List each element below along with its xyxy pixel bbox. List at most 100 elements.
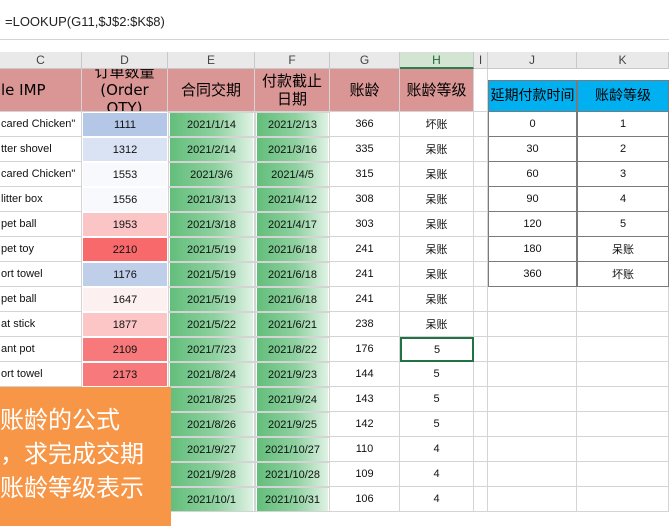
cell-k[interactable]: [577, 312, 669, 337]
cell-age-grade[interactable]: 5: [400, 362, 474, 387]
cell-payment-deadline[interactable]: 2021/6/21: [255, 312, 330, 337]
cell-contract-date[interactable]: 2021/10/1: [168, 487, 255, 512]
cell-payment-deadline[interactable]: 2021/9/23: [255, 362, 330, 387]
lookup-delay-value[interactable]: 60: [488, 162, 577, 187]
lookup-grade-value[interactable]: 1: [577, 112, 669, 137]
cell-order-qty[interactable]: 1877: [82, 312, 168, 337]
cell-contract-date[interactable]: 2021/3/13: [168, 187, 255, 212]
lookup-grade-value[interactable]: 2: [577, 137, 669, 162]
cell-i-header[interactable]: [474, 69, 488, 112]
cell-age-grade[interactable]: 5: [400, 412, 474, 437]
cell-contract-date[interactable]: 2021/8/25: [168, 387, 255, 412]
cell-j[interactable]: [488, 362, 577, 387]
cell-contract-date[interactable]: 2021/2/14: [168, 137, 255, 162]
cell-i[interactable]: [474, 112, 488, 137]
cell-contract-date[interactable]: 2021/7/23: [168, 337, 255, 362]
cell-i[interactable]: [474, 462, 488, 487]
cell-age-days[interactable]: 303: [330, 212, 400, 237]
cell-age-days[interactable]: 241: [330, 287, 400, 312]
column-header-i[interactable]: I: [474, 52, 488, 69]
cell-product[interactable]: pet toy: [0, 237, 82, 262]
cell-i[interactable]: [474, 412, 488, 437]
cell-i[interactable]: [474, 337, 488, 362]
cell-age-days[interactable]: 335: [330, 137, 400, 162]
cell-i[interactable]: [474, 262, 488, 287]
cell-contract-date[interactable]: 2021/5/19: [168, 262, 255, 287]
lookup-delay-value[interactable]: 360: [488, 262, 577, 287]
cell-age-grade[interactable]: 4: [400, 437, 474, 462]
formula-text[interactable]: =LOOKUP(G11,$J$2:$K$8): [5, 14, 165, 29]
cell-order-qty[interactable]: 1553: [82, 162, 168, 187]
cell-contract-date[interactable]: 2021/5/22: [168, 312, 255, 337]
cell-payment-deadline[interactable]: 2021/3/16: [255, 137, 330, 162]
cell-j[interactable]: [488, 487, 577, 512]
cell-product[interactable]: ort towel: [0, 262, 82, 287]
cell-i[interactable]: [474, 437, 488, 462]
cell-k[interactable]: [577, 387, 669, 412]
cell-k[interactable]: [577, 362, 669, 387]
cell-product[interactable]: litter box: [0, 187, 82, 212]
cell-product[interactable]: cared Chicken": [0, 162, 82, 187]
cell-order-qty[interactable]: 2109: [82, 337, 168, 362]
cell-age-days[interactable]: 106: [330, 487, 400, 512]
cell-payment-deadline[interactable]: 2021/9/24: [255, 387, 330, 412]
cell-age-grade[interactable]: 呆账: [400, 287, 474, 312]
cell-order-qty[interactable]: 2210: [82, 237, 168, 262]
cell-age-grade[interactable]: 坏账: [400, 112, 474, 137]
cell-contract-date[interactable]: 2021/3/6: [168, 162, 255, 187]
cell-age-grade[interactable]: 呆账: [400, 212, 474, 237]
cell-age-grade[interactable]: 呆账: [400, 137, 474, 162]
cell-order-qty[interactable]: 1953: [82, 212, 168, 237]
column-header-h[interactable]: H: [400, 52, 474, 69]
cell-age-days[interactable]: 110: [330, 437, 400, 462]
cell-age-days[interactable]: 109: [330, 462, 400, 487]
column-header-c[interactable]: C: [0, 52, 82, 69]
cell-age-days[interactable]: 315: [330, 162, 400, 187]
formula-bar[interactable]: =LOOKUP(G11,$J$2:$K$8): [0, 0, 669, 40]
cell-i[interactable]: [474, 212, 488, 237]
cell-payment-deadline[interactable]: 2021/4/12: [255, 187, 330, 212]
lookup-delay-value[interactable]: 120: [488, 212, 577, 237]
header-f[interactable]: 付款截止日期: [255, 69, 330, 112]
cell-j[interactable]: [488, 437, 577, 462]
column-header-g[interactable]: G: [330, 52, 400, 69]
cell-i[interactable]: [474, 312, 488, 337]
cell-age-grade[interactable]: 5: [400, 337, 474, 362]
lookup-header-grade[interactable]: 账龄等级: [577, 80, 669, 112]
cell-payment-deadline[interactable]: 2021/4/5: [255, 162, 330, 187]
cell-order-qty[interactable]: 1111: [82, 112, 168, 137]
lookup-grade-value[interactable]: 4: [577, 187, 669, 212]
cell-age-days[interactable]: 308: [330, 187, 400, 212]
cell-k[interactable]: [577, 487, 669, 512]
cell-age-days[interactable]: 366: [330, 112, 400, 137]
cell-order-qty[interactable]: 2173: [82, 362, 168, 387]
cell-j[interactable]: [488, 387, 577, 412]
lookup-delay-value[interactable]: 180: [488, 237, 577, 262]
cell-i[interactable]: [474, 237, 488, 262]
lookup-header-delay[interactable]: 延期付款时间: [488, 80, 577, 112]
cell-j[interactable]: [488, 312, 577, 337]
header-d[interactable]: 订单数量 (Order QTY): [82, 69, 168, 112]
cell-age-days[interactable]: 241: [330, 262, 400, 287]
cell-payment-deadline[interactable]: 2021/6/18: [255, 237, 330, 262]
cell-age-grade[interactable]: 5: [400, 387, 474, 412]
column-header-f[interactable]: F: [255, 52, 330, 69]
cell-age-days[interactable]: 143: [330, 387, 400, 412]
cell-contract-date[interactable]: 2021/3/18: [168, 212, 255, 237]
cell-product[interactable]: pet ball: [0, 287, 82, 312]
cell-j[interactable]: [488, 337, 577, 362]
cell-i[interactable]: [474, 187, 488, 212]
cell-age-days[interactable]: 176: [330, 337, 400, 362]
cell-order-qty[interactable]: 1556: [82, 187, 168, 212]
cell-payment-deadline[interactable]: 2021/10/28: [255, 462, 330, 487]
cell-k[interactable]: [577, 437, 669, 462]
header-g[interactable]: 账龄: [330, 69, 400, 112]
cell-order-qty[interactable]: 1647: [82, 287, 168, 312]
cell-i[interactable]: [474, 287, 488, 312]
cell-product[interactable]: tter shovel: [0, 137, 82, 162]
cell-k[interactable]: [577, 412, 669, 437]
cell-age-grade[interactable]: 呆账: [400, 312, 474, 337]
cell-j[interactable]: [488, 287, 577, 312]
cell-k[interactable]: [577, 337, 669, 362]
cell-age-days[interactable]: 238: [330, 312, 400, 337]
